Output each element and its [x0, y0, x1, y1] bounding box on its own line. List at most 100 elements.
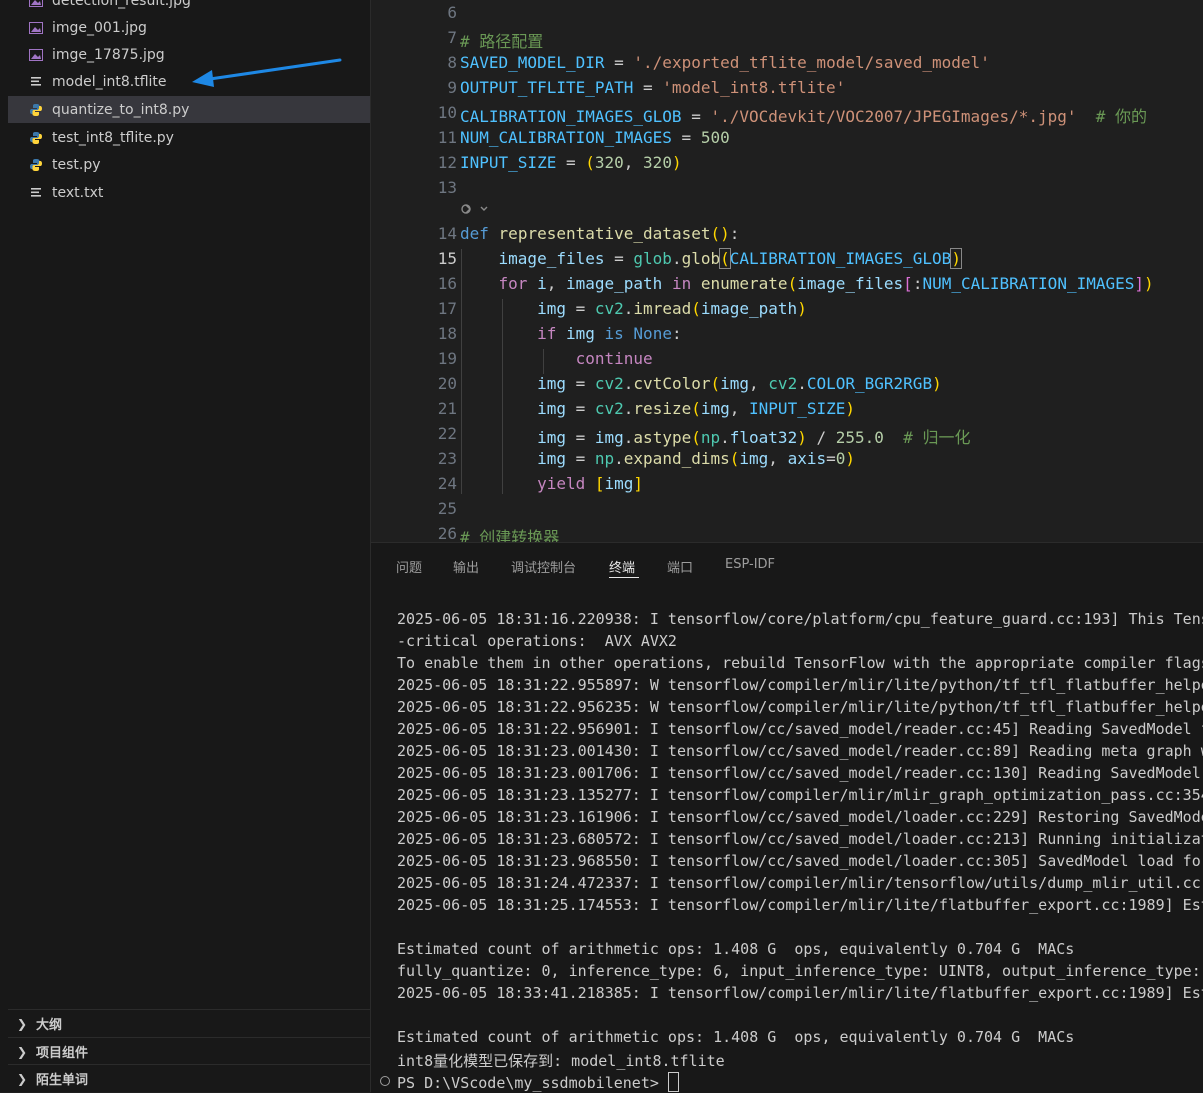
terminal-prompt: PS D:\VScode\my_ssdmobilenet> — [397, 1074, 668, 1092]
terminal-prompt-line[interactable]: PS D:\VScode\my_ssdmobilenet> — [397, 1072, 679, 1092]
file-name: imge_17875.jpg — [52, 46, 165, 63]
line-number: 14 — [437, 224, 457, 243]
code-line-19: continue — [575, 349, 653, 368]
python-file-icon — [28, 157, 44, 173]
code-line-26: # 创建转换器 — [460, 528, 560, 542]
bottom-panel: 问题 输出 调试控制台 终端 端口 ESP-IDF 2025-06-05 18:… — [371, 542, 1203, 1093]
file-name: text.txt — [52, 184, 104, 201]
codelens-icon[interactable] — [460, 202, 490, 216]
terminal-line: 2025-06-05 18:33:41.218385: I tensorflow… — [397, 984, 1203, 1002]
file-name: detection_result.jpg — [52, 0, 191, 9]
file-detection-result[interactable]: detection_result.jpg — [8, 0, 370, 14]
code-line-14: def representative_dataset(): — [460, 224, 740, 243]
terminal-line: 2025-06-05 18:31:23.001706: I tensorflow… — [397, 764, 1201, 782]
code-line-10: CALIBRATION_IMAGES_GLOB = './VOCdevkit/V… — [460, 107, 1148, 126]
line-number: 7 — [447, 28, 457, 47]
file-name: imge_001.jpg — [52, 19, 147, 36]
image-file-icon — [28, 0, 44, 9]
line-number: 16 — [437, 274, 457, 293]
line-number: 24 — [437, 474, 457, 493]
image-file-icon — [28, 47, 44, 63]
code-editor[interactable]: 6 7 8 9 10 11 12 13 14 15 16 17 18 19 20… — [371, 0, 1203, 542]
line-number: 9 — [447, 78, 457, 97]
terminal-line: 2025-06-05 18:31:23.161906: I tensorflow… — [397, 808, 1203, 826]
code-line-12: INPUT_SIZE = (320, 320) — [460, 153, 682, 172]
code-line-9: OUTPUT_TFLITE_PATH = 'model_int8.tflite' — [460, 78, 846, 97]
code-line-15: image_files = glob.glob(CALIBRATION_IMAG… — [498, 248, 962, 269]
text-file-icon — [28, 74, 44, 90]
section-outline[interactable]: ❯ 大纲 — [8, 1009, 370, 1037]
tab-output[interactable]: 输出 — [453, 557, 479, 576]
line-number: 8 — [447, 53, 457, 72]
code-line-23: img = np.expand_dims(img, axis=0) — [537, 449, 856, 468]
terminal-line: 2025-06-05 18:31:22.956901: I tensorflow… — [397, 720, 1203, 738]
terminal-line: 2025-06-05 18:31:22.956235: W tensorflow… — [397, 698, 1203, 716]
terminal-line: 2025-06-05 18:31:23.135277: I tensorflow… — [397, 786, 1203, 804]
image-file-icon — [28, 20, 44, 36]
terminal-line: 2025-06-05 18:31:23.968550: I tensorflow… — [397, 852, 1203, 870]
line-number: 20 — [437, 374, 457, 393]
line-number-current: 15 — [437, 249, 457, 268]
line-number: 6 — [447, 3, 457, 22]
file-test-py[interactable]: test.py — [8, 151, 370, 178]
file-quantize-to-int8[interactable]: quantize_to_int8.py — [8, 96, 370, 123]
file-test-int8-tflite[interactable]: test_int8_tflite.py — [8, 124, 370, 151]
code-line-24: yield [img] — [537, 474, 644, 493]
line-number: 11 — [437, 128, 457, 147]
code-line-7: # 路径配置 — [460, 32, 544, 51]
terminal-cursor — [667, 1072, 679, 1092]
tab-problems[interactable]: 问题 — [396, 557, 422, 576]
tab-debug-console[interactable]: 调试控制台 — [511, 557, 576, 576]
terminal-line: 2025-06-05 18:31:16.220938: I tensorflow… — [397, 610, 1203, 628]
code-line-11: NUM_CALIBRATION_IMAGES = 500 — [460, 128, 730, 147]
explorer-sidebar: detection_result.jpg imge_001.jpg imge_1… — [0, 0, 371, 1092]
code-line-17: img = cv2.imread(image_path) — [537, 299, 807, 318]
terminal-line: 2025-06-05 18:31:22.955897: W tensorflow… — [397, 676, 1203, 694]
line-number: 17 — [437, 299, 457, 318]
terminal-line: fully_quantize: 0, inference_type: 6, in… — [397, 962, 1201, 980]
chevron-right-icon: ❯ — [16, 1016, 28, 1031]
chevron-right-icon: ❯ — [16, 1044, 28, 1059]
code-line-16: for i, image_path in enumerate(image_fil… — [498, 274, 1154, 293]
code-line-21: img = cv2.resize(img, INPUT_SIZE) — [537, 399, 855, 418]
terminal-line: -critical operations: AVX AVX2 — [397, 632, 677, 650]
line-number: 19 — [437, 349, 457, 368]
python-file-icon — [28, 130, 44, 146]
file-imge-001[interactable]: imge_001.jpg — [8, 14, 370, 41]
code-line-20: img = cv2.cvtColor(img, cv2.COLOR_BGR2RG… — [537, 374, 942, 393]
file-name: test_int8_tflite.py — [52, 129, 174, 146]
tab-terminal[interactable]: 终端 — [609, 557, 635, 576]
line-number: 23 — [437, 449, 457, 468]
terminal-line: 2025-06-05 18:31:24.472337: I tensorflow… — [397, 874, 1203, 892]
terminal-line: int8量化模型已保存到: model_int8.tflite — [397, 1052, 725, 1070]
file-name: quantize_to_int8.py — [52, 101, 190, 118]
code-line-8: SAVED_MODEL_DIR = './exported_tflite_mod… — [460, 53, 990, 72]
line-number: 25 — [437, 499, 457, 518]
terminal-line: 2025-06-05 18:31:23.001430: I tensorflow… — [397, 742, 1203, 760]
terminal-line: 2025-06-05 18:31:23.680572: I tensorflow… — [397, 830, 1203, 848]
line-number: 13 — [437, 178, 457, 197]
line-number: 22 — [437, 424, 457, 443]
code-line-22: img = img.astype(np.float32) / 255.0 # 归… — [537, 428, 971, 447]
line-number: 21 — [437, 399, 457, 418]
chevron-right-icon: ❯ — [16, 1071, 28, 1086]
tab-ports[interactable]: 端口 — [667, 557, 693, 576]
annotation-arrow-icon — [192, 58, 342, 87]
command-decoration-icon[interactable] — [380, 1076, 390, 1086]
python-file-icon — [28, 102, 44, 118]
section-vocabulary[interactable]: ❯ 陌生单词 — [8, 1064, 370, 1092]
tab-esp-idf[interactable]: ESP-IDF — [725, 557, 775, 572]
active-tab-indicator — [609, 577, 639, 578]
file-text-txt[interactable]: text.txt — [8, 179, 370, 206]
text-file-icon — [28, 185, 44, 201]
code-line-18: if img is None: — [537, 324, 682, 343]
line-number: 10 — [437, 103, 457, 122]
line-number: 18 — [437, 324, 457, 343]
terminal-line: Estimated count of arithmetic ops: 1.408… — [397, 1028, 1075, 1046]
terminal-line: Estimated count of arithmetic ops: 1.408… — [397, 940, 1075, 958]
line-number: 12 — [437, 153, 457, 172]
line-number: 26 — [437, 524, 457, 542]
file-name: test.py — [52, 156, 101, 173]
terminal-line: 2025-06-05 18:31:25.174553: I tensorflow… — [397, 896, 1203, 914]
section-project-components[interactable]: ❯ 项目组件 — [8, 1037, 370, 1065]
